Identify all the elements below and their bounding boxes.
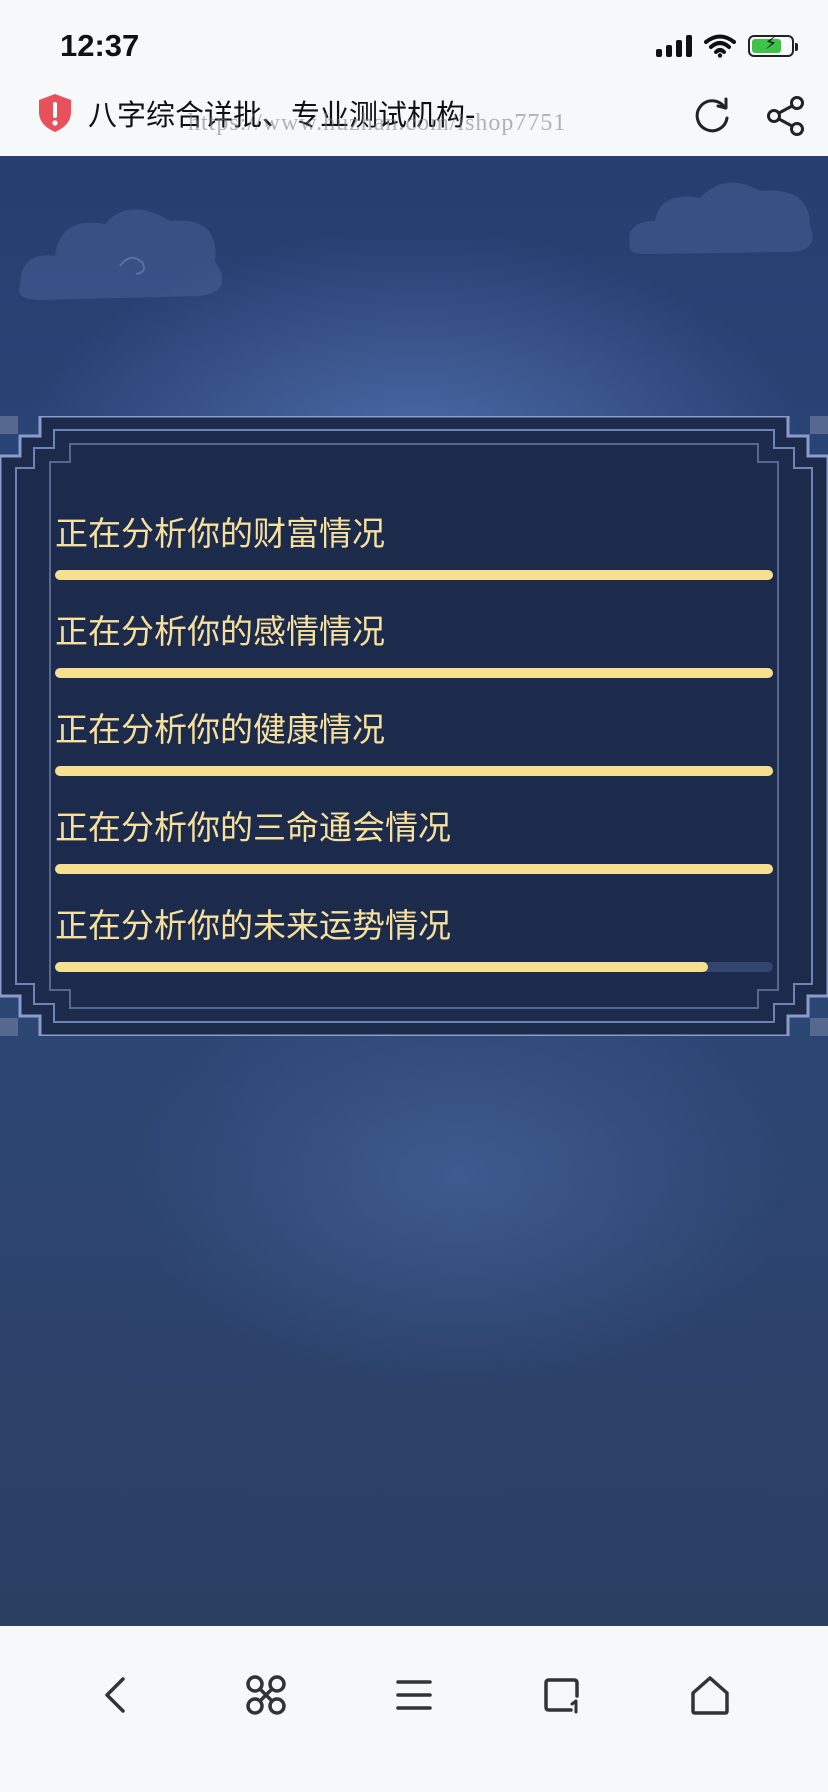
progress-item-love: 正在分析你的感情情况: [55, 608, 773, 678]
url-watermark: https://www.huzhan.com/ishop7751: [188, 110, 567, 136]
command-button[interactable]: [221, 1650, 311, 1740]
progress-item-health: 正在分析你的健康情况: [55, 706, 773, 776]
back-icon: [105, 1677, 125, 1713]
progress-bar: [55, 864, 773, 874]
cellular-signal-icon: [656, 35, 692, 57]
progress-label: 正在分析你的感情情况: [55, 612, 385, 651]
status-bar: 12:37 ⚡: [0, 0, 828, 80]
battery-charging-icon: ⚡: [748, 33, 798, 57]
progress-label: 正在分析你的三命通会情况: [55, 808, 451, 847]
analysis-panel: 正在分析你的财富情况 正在分析你的感情情况 正在分析你的健康情况 正在分析你的三…: [0, 416, 828, 1036]
home-button[interactable]: [665, 1650, 755, 1740]
progress-bar: [55, 766, 773, 776]
back-button[interactable]: [72, 1650, 162, 1740]
status-icons: ⚡: [656, 33, 798, 58]
progress-label: 正在分析你的健康情况: [55, 710, 385, 749]
address-bar: 八字综合详批、专业测试机构- https://www.huzhan.com/is…: [0, 80, 828, 157]
progress-item-wealth: 正在分析你的财富情况: [55, 510, 773, 580]
menu-icon: [396, 1680, 432, 1710]
progress-bar: [55, 570, 773, 580]
home-icon: [691, 1676, 729, 1715]
command-icon: [246, 1675, 286, 1715]
tabs-icon: [544, 1678, 579, 1714]
cloud-decoration-right: [629, 182, 813, 254]
progress-track: [55, 864, 773, 874]
cloud-decoration-left: [19, 209, 223, 300]
progress-item-future: 正在分析你的未来运势情况: [55, 902, 773, 972]
progress-track: [55, 570, 773, 580]
progress-track: [55, 962, 773, 972]
progress-bar: [55, 962, 709, 972]
progress-label: 正在分析你的未来运势情况: [55, 906, 451, 945]
share-icon[interactable]: [764, 94, 808, 138]
tabs-button[interactable]: [517, 1650, 607, 1740]
security-warning-icon[interactable]: [36, 93, 74, 133]
status-time: 12:37: [60, 28, 140, 63]
bottom-toolbar: [0, 1626, 828, 1792]
progress-track: [55, 766, 773, 776]
main-content: 正在分析你的财富情况 正在分析你的感情情况 正在分析你的健康情况 正在分析你的三…: [0, 156, 828, 1626]
wifi-icon: [704, 34, 736, 58]
menu-button[interactable]: [369, 1650, 459, 1740]
progress-item-sanming: 正在分析你的三命通会情况: [55, 804, 773, 874]
reload-icon[interactable]: [690, 94, 734, 138]
progress-bar: [55, 668, 773, 678]
progress-label: 正在分析你的财富情况: [55, 514, 385, 553]
progress-track: [55, 668, 773, 678]
